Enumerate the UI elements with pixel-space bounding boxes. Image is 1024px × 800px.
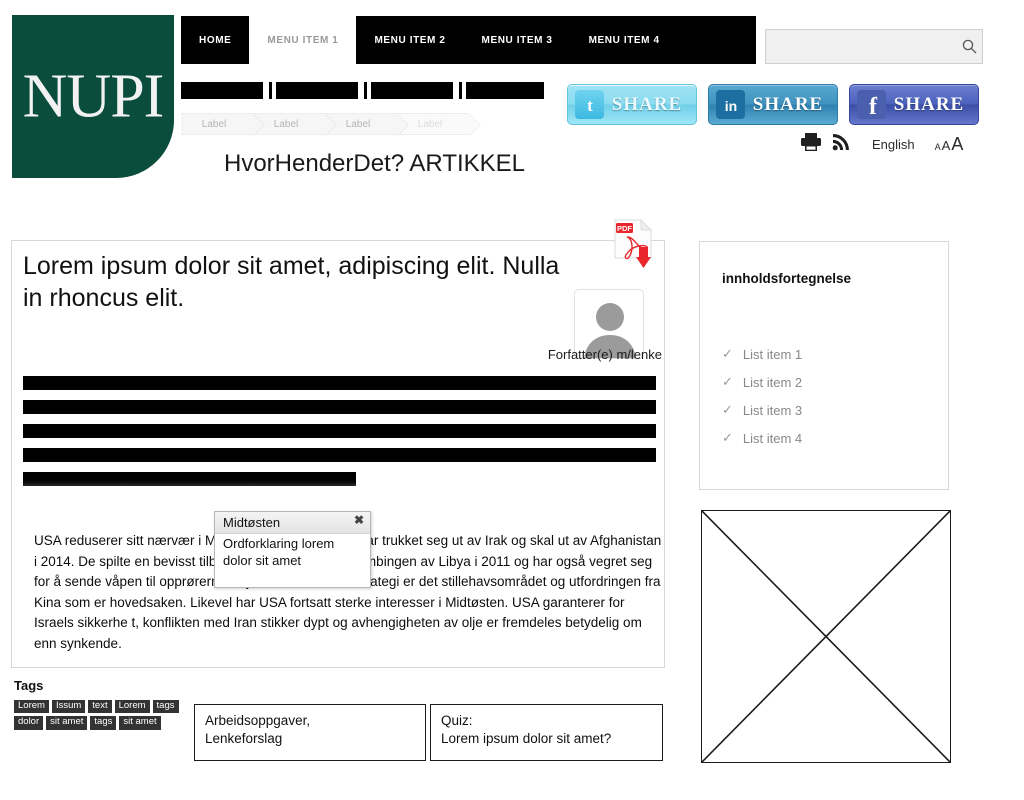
- toc-item[interactable]: ✓ List item 3: [722, 396, 922, 424]
- tags-heading: Tags: [14, 678, 44, 693]
- toc-list: ✓ List item 1 ✓ List item 2 ✓ List item 3 ✓ Lis…: [722, 340, 922, 452]
- quiz-line-2: Lorem ipsum dolor sit amet?: [441, 731, 612, 747]
- toc-item-label: List item 2: [742, 374, 803, 390]
- nav-item-menu-item-4[interactable]: MENU ITEM 4: [571, 16, 678, 64]
- quiz-box[interactable]: Quiz: Lorem ipsum dolor sit amet?: [430, 704, 663, 761]
- article-redaction-bar: [23, 400, 656, 414]
- subnav-redaction-bars: [181, 82, 561, 99]
- quiz-line-1: Quiz:: [441, 713, 473, 728]
- subnav-redaction-bar: [371, 82, 453, 99]
- toc-item[interactable]: ✓ List item 4: [722, 424, 922, 452]
- check-icon: ✓: [722, 430, 733, 445]
- article-title: Lorem ipsum dolor sit amet, adipiscing e…: [23, 252, 560, 312]
- breadcrumb-item[interactable]: Label: [181, 113, 265, 136]
- main-navigation: HOME MENU ITEM 1 MENU ITEM 2 MENU ITEM 3 MEN…: [181, 16, 756, 64]
- breadcrumb: Label Label Label Label: [181, 113, 481, 136]
- author-caption: Forfatter(e) m/lenke: [547, 347, 662, 362]
- nav-item-menu-item-1[interactable]: MENU ITEM 1: [249, 16, 357, 64]
- tag-chip[interactable]: text: [88, 700, 112, 714]
- font-size-small-button[interactable]: A: [935, 142, 941, 152]
- subnav-separator: [269, 82, 272, 99]
- tag-chip[interactable]: dolor: [14, 716, 44, 730]
- tag-chip[interactable]: sit amet: [119, 716, 161, 730]
- utility-row: English A A A: [800, 132, 963, 157]
- linkedin-icon: in: [716, 90, 745, 119]
- article-redaction-bar: [23, 472, 356, 486]
- check-icon: ✓: [722, 346, 733, 361]
- tooltip-header: Midtøsten ✖: [215, 512, 370, 534]
- font-size-large-button[interactable]: A: [951, 134, 963, 155]
- nupi-logo-text: NUPI: [22, 62, 165, 130]
- subnav-separator: [364, 82, 367, 99]
- tag-chip[interactable]: tags: [152, 700, 179, 714]
- page-title: HvorHenderDet? ARTIKKEL: [224, 150, 526, 177]
- tag-chip[interactable]: Issum: [51, 700, 86, 714]
- rss-icon[interactable]: [832, 133, 850, 156]
- toc-item[interactable]: ✓ List item 1: [722, 340, 922, 368]
- share-buttons: t SHARE in SHARE f SHARE: [567, 84, 979, 125]
- nav-item-home[interactable]: HOME: [181, 16, 249, 64]
- facebook-share-label: SHARE: [893, 93, 965, 115]
- check-icon: ✓: [722, 374, 733, 389]
- nupi-logo[interactable]: NUPI: [12, 15, 174, 178]
- svg-text:t: t: [587, 96, 593, 114]
- facebook-share-button[interactable]: f SHARE: [849, 84, 979, 125]
- tag-chip[interactable]: sit amet: [46, 716, 88, 730]
- linkedin-share-label: SHARE: [752, 93, 824, 115]
- tag-chip[interactable]: Lorem: [14, 700, 49, 714]
- tags-section: Tags Lorem Issum text Lorem tags dolor sit ame…: [14, 678, 194, 730]
- font-size-medium-button[interactable]: A: [942, 138, 951, 153]
- toc-item-label: List item 1: [742, 346, 803, 362]
- article-redaction-bar: [23, 424, 656, 438]
- subnav-redaction-bar: [276, 82, 358, 99]
- subnav-separator: [459, 82, 462, 99]
- language-selector[interactable]: English: [872, 137, 915, 152]
- pdf-download-icon[interactable]: PDF: [613, 218, 659, 271]
- placeholder-cross-icon: [702, 511, 950, 762]
- toc-title: innholdsfortegnelse: [722, 271, 852, 286]
- subnav-redaction-bar: [466, 82, 544, 99]
- assignments-line-1: Arbeidsoppgaver,: [205, 713, 311, 728]
- nav-item-menu-item-3[interactable]: MENU ITEM 3: [464, 16, 571, 64]
- article-redaction-bar: [23, 376, 656, 390]
- search-icon[interactable]: [956, 30, 982, 63]
- tooltip-title: Midtøsten: [223, 515, 281, 530]
- facebook-icon: f: [857, 90, 886, 119]
- tags-list: Lorem Issum text Lorem tags dolor sit amet tags…: [14, 700, 190, 730]
- twitter-icon: t: [575, 90, 604, 119]
- article-card: Lorem ipsum dolor sit amet, adipiscing e…: [11, 218, 665, 668]
- article-redaction-bar: [23, 448, 656, 462]
- nav-item-menu-item-2[interactable]: MENU ITEM 2: [356, 16, 463, 64]
- twitter-share-label: SHARE: [611, 93, 683, 115]
- linkedin-share-button[interactable]: in SHARE: [708, 84, 838, 125]
- subnav-redaction-bar: [181, 82, 263, 99]
- svg-text:PDF: PDF: [617, 224, 632, 233]
- assignments-box[interactable]: Arbeidsoppgaver, Lenkeforslag: [194, 704, 426, 761]
- font-size-controls: A A A: [935, 134, 964, 155]
- tag-chip[interactable]: Lorem: [114, 700, 150, 714]
- tooltip-body: Ordforklaring lorem dolor sit amet: [223, 536, 335, 568]
- twitter-share-button[interactable]: t SHARE: [567, 84, 697, 125]
- printer-icon[interactable]: [800, 132, 822, 157]
- svg-text:f: f: [869, 94, 878, 118]
- check-icon: ✓: [722, 402, 733, 417]
- svg-text:in: in: [724, 98, 736, 114]
- table-of-contents-panel: innholdsfortegnelse ✓ List item 1 ✓ List it…: [699, 241, 949, 490]
- toc-item-label: List item 3: [742, 402, 803, 418]
- page-root: NUPI HOME MENU ITEM 1 MENU ITEM 2 MENU ITEM…: [0, 0, 1024, 800]
- close-icon[interactable]: ✖: [354, 513, 364, 527]
- image-placeholder: [701, 510, 951, 763]
- toc-item-label: List item 4: [742, 430, 803, 446]
- tag-chip[interactable]: tags: [90, 716, 117, 730]
- glossary-tooltip: Midtøsten ✖ Ordforklaring lorem dolor si…: [214, 511, 371, 588]
- site-header: NUPI HOME MENU ITEM 1 MENU ITEM 2 MENU ITEM…: [0, 0, 1010, 190]
- assignments-line-2: Lenkeforslag: [205, 731, 283, 747]
- search-box[interactable]: [765, 29, 983, 64]
- search-input[interactable]: [766, 30, 956, 63]
- toc-item[interactable]: ✓ List item 2: [722, 368, 922, 396]
